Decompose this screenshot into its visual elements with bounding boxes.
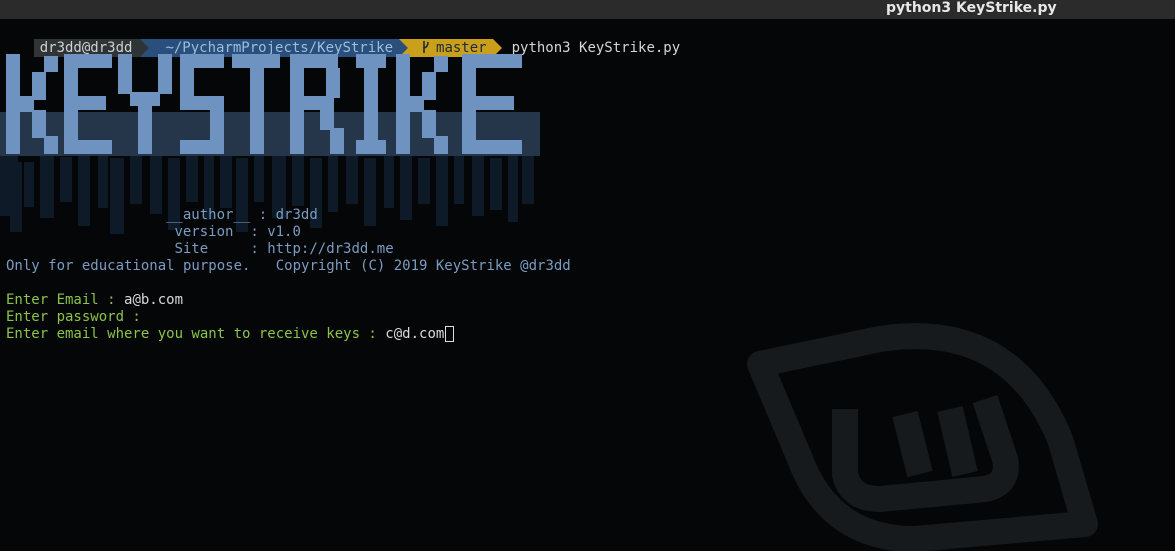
shell-prompt: dr3dd@dr3dd ~/PycharmProjects/KeyStrike ma… [0,21,680,57]
author-value: dr3dd [275,207,318,223]
site-sep: : [250,241,259,257]
version-label: version [174,224,234,240]
version-sep: : [250,224,259,240]
receive-email-input[interactable]: c@d.com [385,326,444,342]
password-label: Enter password : [6,309,150,325]
version-value: v1.0 [267,224,301,240]
email-label: Enter Email : [6,292,125,308]
email-input[interactable]: a@b.com [124,292,183,308]
email-prompt-line: Enter Email : a@b.com [6,292,183,309]
receive-email-label: Enter email where you want to receive ke… [6,326,386,342]
author-line: __author__ : dr3dd [166,207,318,224]
author-label: __author__ [166,207,251,223]
password-prompt-line: Enter password : [6,309,149,326]
window-title-bar: python3 KeyStrike.py [0,0,1175,19]
copyright-text: Copyright (C) 2019 KeyStrike @dr3dd [275,258,571,274]
site-value: http://dr3dd.me [267,241,394,257]
version-line: version : v1.0 [166,224,301,241]
terminal-cursor [445,326,455,342]
disclaimer-line: Only for educational purpose. Copyright … [6,258,571,275]
disclaimer-text: Only for educational purpose. [6,258,251,274]
terminal-window[interactable]: dr3dd@dr3dd ~/PycharmProjects/KeyStrike ma… [0,19,1175,551]
receive-email-prompt-line: Enter email where you want to receive ke… [6,326,455,343]
author-sep: : [258,207,268,223]
site-line: Site : http://dr3dd.me [166,241,394,258]
site-label: Site [174,241,209,257]
window-title: python3 KeyStrike.py [886,0,1057,16]
